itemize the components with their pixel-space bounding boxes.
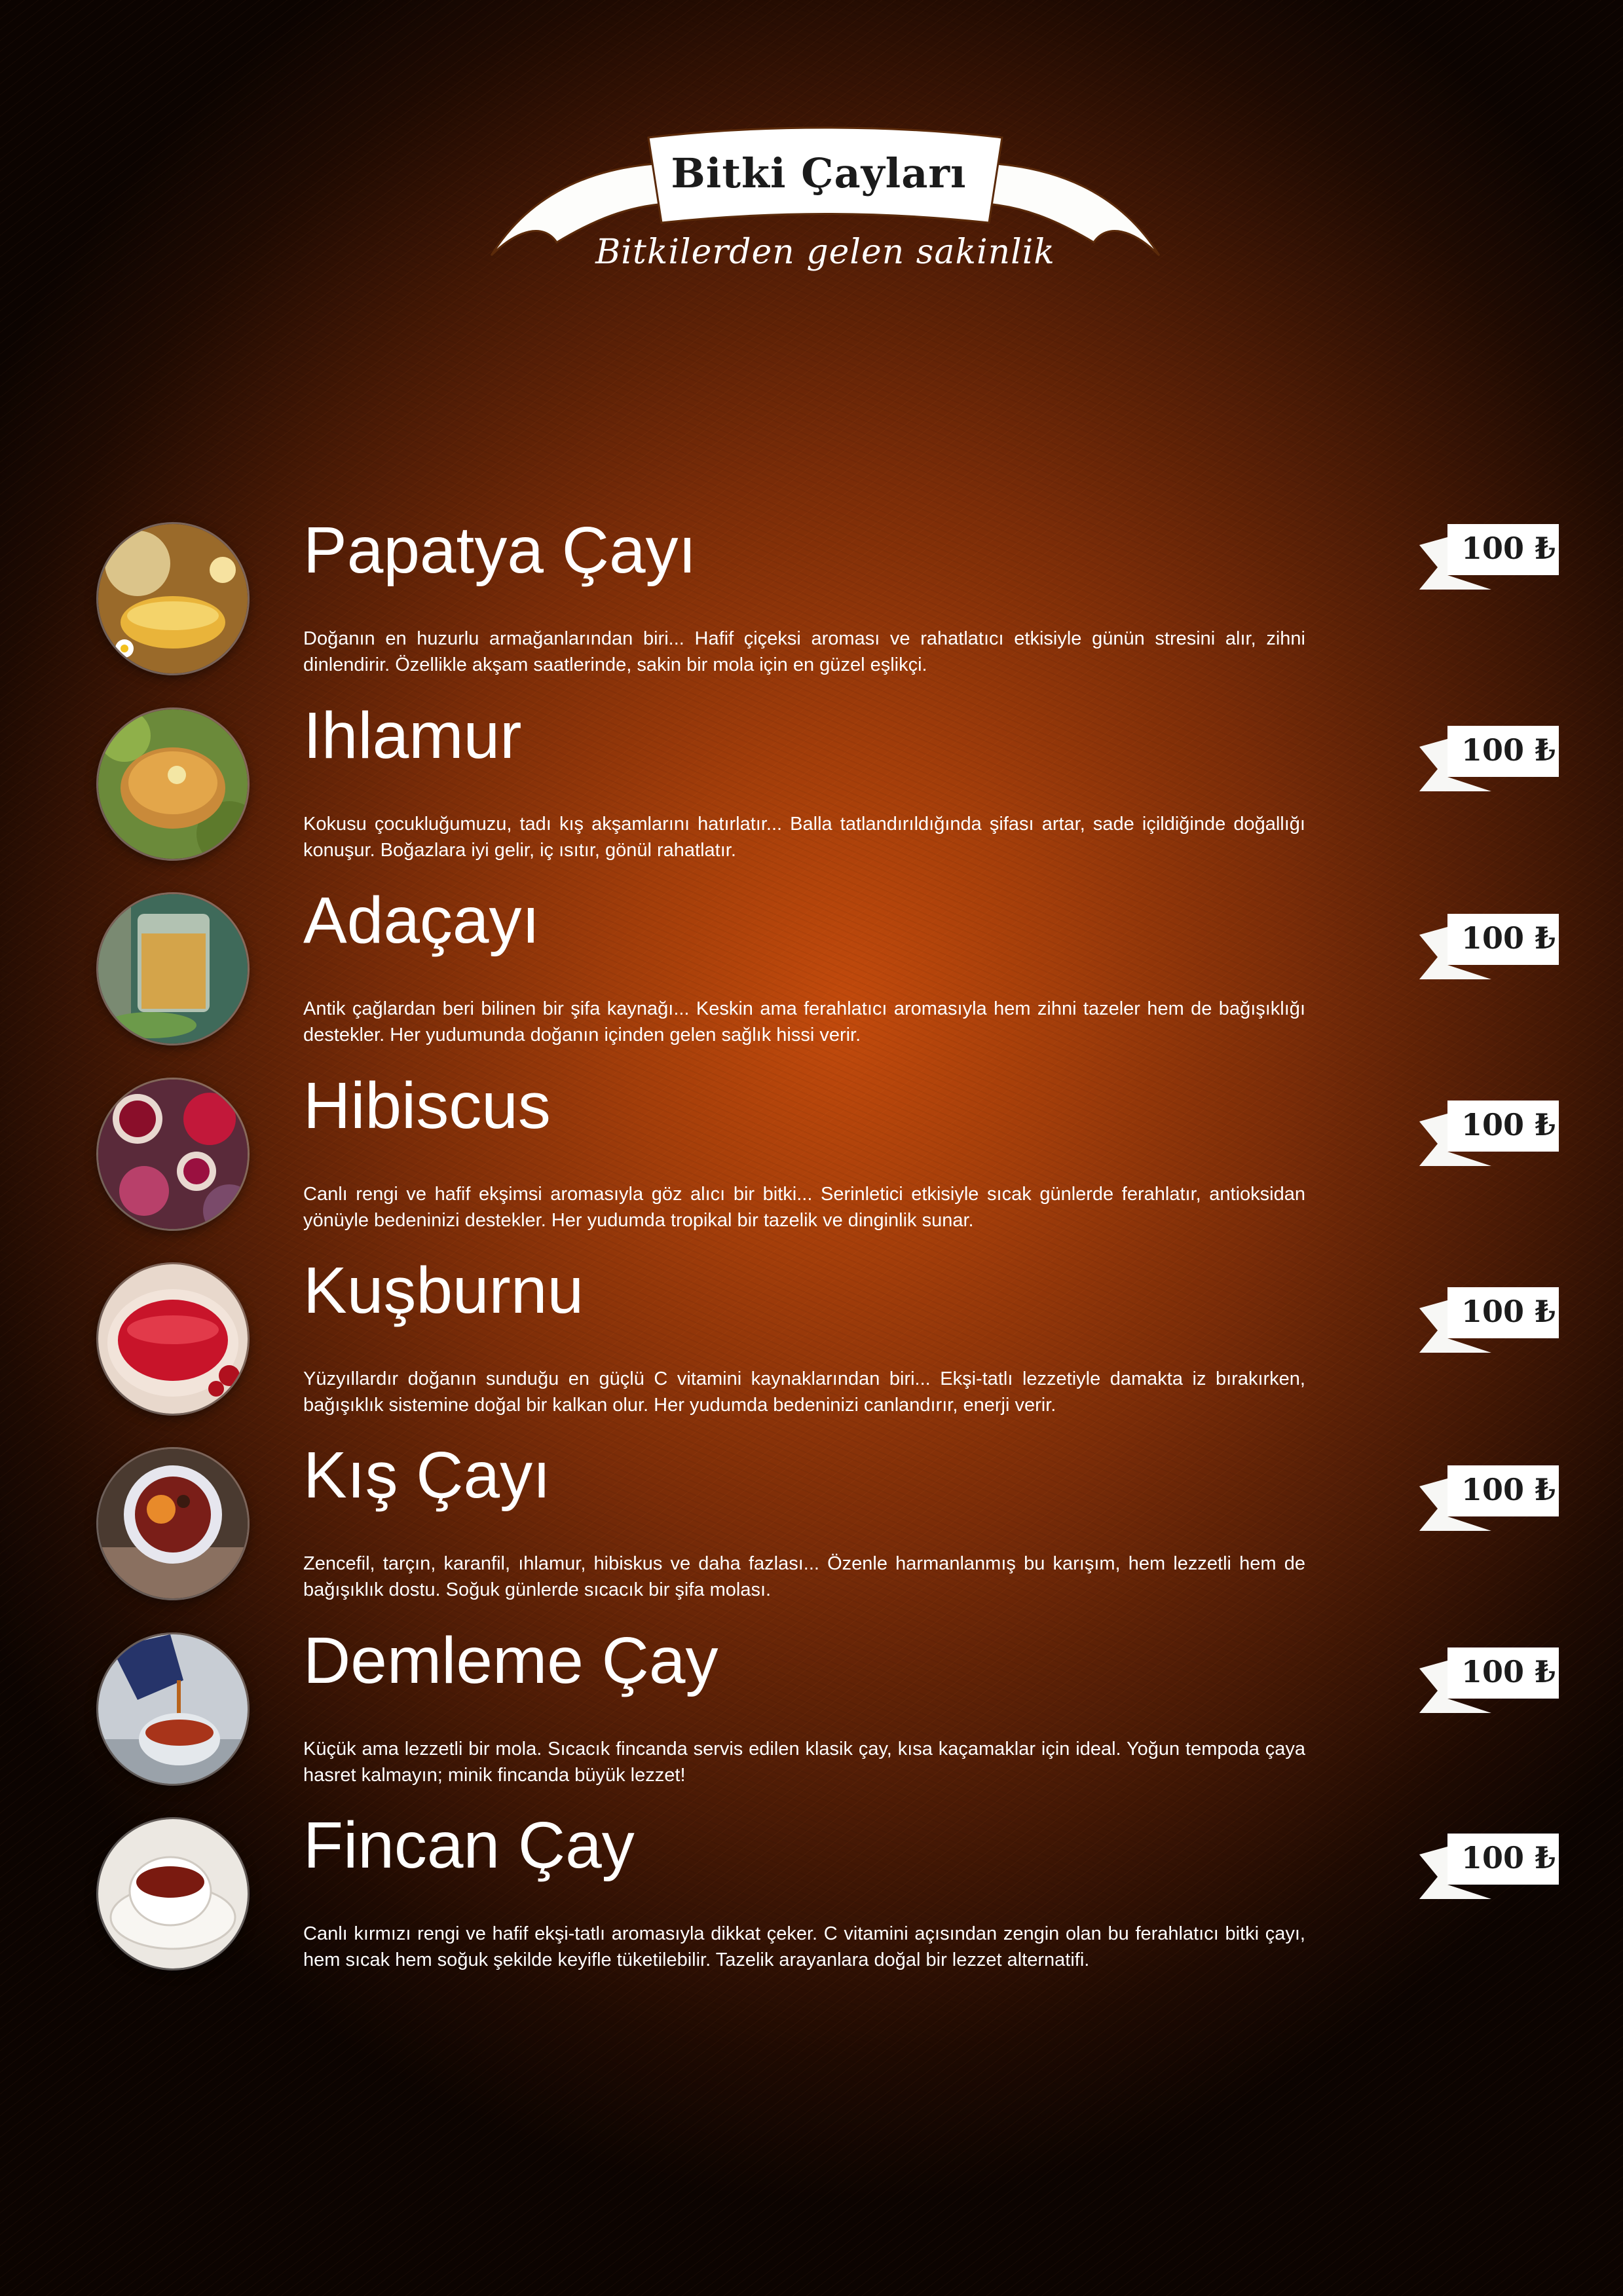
- item-name: Kış Çayı: [303, 1439, 551, 1512]
- menu-item-demleme-cay: Demleme Çay Küçük ama lezzetli bir mola.…: [0, 1624, 1623, 1792]
- item-name: Papatya Çayı: [303, 514, 697, 587]
- item-price: 100 ₺: [1461, 531, 1556, 566]
- item-description: Zencefil, tarçın, karanfil, ıhlamur, hib…: [303, 1553, 1305, 1600]
- item-price: 100 ₺: [1461, 920, 1556, 956]
- item-name: Ihlamur: [303, 699, 522, 772]
- menu-item-papatya: Papatya Çayı Doğanın en huzurlu armağanl…: [0, 514, 1623, 681]
- cup-tea-photo-icon: [98, 1819, 248, 1968]
- menu-item-fincan-cay: Fincan Çay Canlı kırmızı rengi ve hafif …: [0, 1809, 1623, 1976]
- item-description: Yüzyıllardır doğanın sunduğu en güçlü C …: [303, 1368, 1305, 1416]
- item-name: Adaçayı: [303, 884, 540, 957]
- linden-tea-photo-icon: [98, 709, 248, 859]
- item-description: Doğanın en huzurlu armağanlarından biri.…: [303, 628, 1305, 675]
- item-description: Kokusu çocukluğumuzu, tadı kış akşamları…: [303, 814, 1305, 861]
- menu-item-adacayi: Adaçayı Antik çağlardan beri bilinen bir…: [0, 884, 1623, 1051]
- header: Bitki Çayları Bitkilerden gelen sakinlik: [0, 0, 1623, 301]
- sage-tea-photo-icon: [98, 894, 248, 1044]
- menu-item-kis-cayi: Kış Çayı Zencefil, tarçın, karanfil, ıhl…: [0, 1439, 1623, 1606]
- winter-tea-photo-icon: [98, 1449, 248, 1598]
- menu-item-hibiscus: Hibiscus Canlı rengi ve hafif ekşimsi ar…: [0, 1069, 1623, 1237]
- item-name: Demleme Çay: [303, 1624, 718, 1697]
- item-name: Kuşburnu: [303, 1254, 584, 1327]
- hibiscus-tea-photo-icon: [98, 1080, 248, 1229]
- item-description: Antik çağlardan beri bilinen bir şifa ka…: [303, 998, 1305, 1045]
- brewed-tea-photo-icon: [98, 1634, 248, 1784]
- page-title: Bitki Çayları: [671, 149, 967, 197]
- item-price: 100 ₺: [1461, 732, 1556, 768]
- menu-item-kusburnu: Kuşburnu Yüzyıllardır doğanın sunduğu en…: [0, 1254, 1623, 1421]
- item-name: Hibiscus: [303, 1069, 551, 1142]
- item-price: 100 ₺: [1461, 1472, 1556, 1507]
- item-description: Canlı kırmızı rengi ve hafif ekşi-tatlı …: [303, 1923, 1305, 1970]
- item-price: 100 ₺: [1461, 1107, 1556, 1142]
- chamomile-tea-photo-icon: [98, 524, 248, 673]
- item-price: 100 ₺: [1461, 1840, 1556, 1875]
- page-subtitle: Bitkilerden gelen sakinlik: [595, 233, 1055, 272]
- rosehip-tea-photo-icon: [98, 1264, 248, 1414]
- item-description: Küçük ama lezzetli bir mola. Sıcacık fin…: [303, 1739, 1305, 1786]
- item-name: Fincan Çay: [303, 1809, 635, 1882]
- item-description: Canlı rengi ve hafif ekşimsi aromasıyla …: [303, 1184, 1305, 1231]
- item-price: 100 ₺: [1461, 1294, 1556, 1329]
- menu-item-ihlamur: Ihlamur Kokusu çocukluğumuzu, tadı kış a…: [0, 699, 1623, 867]
- item-price: 100 ₺: [1461, 1654, 1556, 1689]
